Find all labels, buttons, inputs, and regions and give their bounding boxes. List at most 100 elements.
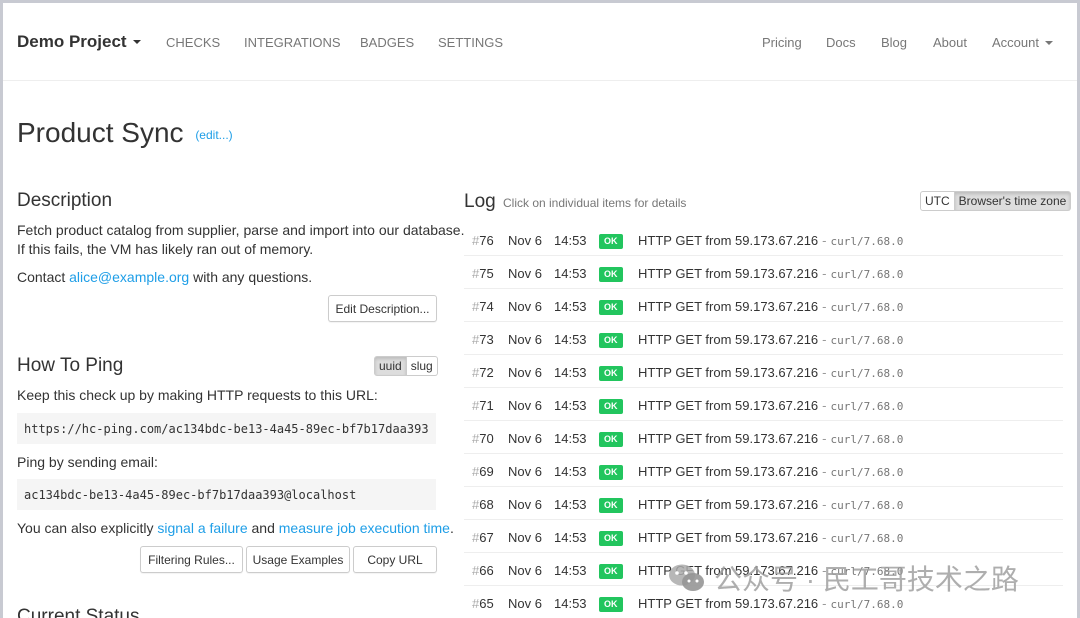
status-badge: OK	[599, 300, 623, 315]
contact-suffix: with any questions.	[189, 269, 313, 285]
signal-failure-link[interactable]: signal a failure	[157, 520, 247, 536]
log-row[interactable]: #72 Nov 6 14:53 OK HTTP GET from 59.173.67.2…	[464, 355, 1063, 388]
contact-line: Contact alice@example.org with any quest…	[17, 268, 312, 287]
nav-settings[interactable]: SETTINGS	[438, 35, 503, 50]
log-row[interactable]: #76 Nov 6 14:53 OK HTTP GET from 59.173.67.2…	[464, 223, 1063, 256]
log-row-number: #67	[472, 530, 494, 545]
user-agent: curl/7.68.0	[830, 499, 904, 512]
log-row-number: #75	[472, 266, 494, 281]
page-title: Product Sync (edit...)	[17, 117, 233, 149]
status-badge: OK	[599, 234, 623, 249]
status-badge: OK	[599, 465, 623, 480]
request-info: HTTP GET from 59.173.67.216	[638, 497, 819, 512]
log-row[interactable]: #69 Nov 6 14:53 OK HTTP GET from 59.173.67.2…	[464, 454, 1063, 487]
tz-utc[interactable]: UTC	[920, 191, 955, 211]
measure-time-link[interactable]: measure job execution time	[279, 520, 450, 536]
log-row-number: #65	[472, 596, 494, 611]
edit-name-link[interactable]: (edit...)	[195, 128, 232, 142]
row-num: 66	[479, 563, 494, 578]
log-subtitle: Click on individual items for details	[502, 196, 687, 210]
account-label: Account	[992, 35, 1039, 50]
request-info: HTTP GET from 59.173.67.216	[638, 596, 819, 611]
nav-badges[interactable]: BADGES	[360, 35, 414, 50]
separator-dash: -	[822, 398, 827, 413]
log-row-number: #69	[472, 464, 494, 479]
brand-label: Demo Project	[17, 32, 127, 51]
project-dropdown[interactable]: Demo Project	[17, 32, 141, 52]
also-line: You can also explicitly signal a failure…	[17, 519, 454, 538]
status-badge: OK	[599, 432, 623, 447]
account-dropdown[interactable]: Account	[992, 35, 1053, 50]
separator-dash: -	[822, 596, 827, 611]
log-row-date: Nov 6	[508, 464, 542, 479]
status-badge: OK	[599, 498, 623, 513]
log-row[interactable]: #70 Nov 6 14:53 OK HTTP GET from 59.173.67.2…	[464, 421, 1063, 454]
separator-dash: -	[822, 497, 827, 512]
toggle-uuid[interactable]: uuid	[374, 356, 407, 376]
timezone-toggle: UTC Browser's time zone	[920, 191, 1072, 211]
row-num: 72	[479, 365, 494, 380]
nav-blog[interactable]: Blog	[881, 35, 907, 50]
log-row[interactable]: #75 Nov 6 14:53 OK HTTP GET from 59.173.67.2…	[464, 256, 1063, 289]
log-row[interactable]: #74 Nov 6 14:53 OK HTTP GET from 59.173.67.2…	[464, 289, 1063, 322]
nav-pricing[interactable]: Pricing	[762, 35, 802, 50]
description-heading: Description	[17, 190, 113, 211]
log-row-time: 14:53	[554, 266, 587, 281]
log-row[interactable]: #67 Nov 6 14:53 OK HTTP GET from 59.173.67.2…	[464, 520, 1063, 553]
request-info: HTTP GET from 59.173.67.216	[638, 233, 819, 248]
ping-email[interactable]: ac134bdc-be13-4a45-89ec-bf7b17daa393@loc…	[17, 479, 436, 510]
log-row-time: 14:53	[554, 563, 587, 578]
nav-about[interactable]: About	[933, 35, 967, 50]
log-row-message: HTTP GET from 59.173.67.216- curl/7.68.0	[638, 464, 903, 479]
nav-docs[interactable]: Docs	[826, 35, 856, 50]
log-row-time: 14:53	[554, 398, 587, 413]
separator-dash: -	[822, 233, 827, 248]
row-num: 73	[479, 332, 494, 347]
log-row[interactable]: #73 Nov 6 14:53 OK HTTP GET from 59.173.67.2…	[464, 322, 1063, 355]
log-heading: Log Click on individual items for detail…	[464, 191, 686, 213]
user-agent: curl/7.68.0	[830, 367, 904, 380]
toggle-slug[interactable]: slug	[406, 356, 438, 376]
log-row-date: Nov 6	[508, 233, 542, 248]
log-row-date: Nov 6	[508, 596, 542, 611]
log-row-date: Nov 6	[508, 365, 542, 380]
copy-url-button[interactable]: Copy URL	[353, 546, 437, 573]
row-num: 65	[479, 596, 494, 611]
edit-description-button[interactable]: Edit Description...	[328, 295, 437, 322]
status-badge: OK	[599, 267, 623, 282]
row-num: 69	[479, 464, 494, 479]
status-badge: OK	[599, 399, 623, 414]
check-name: Product Sync	[17, 117, 184, 148]
status-badge: OK	[599, 333, 623, 348]
log-row-message: HTTP GET from 59.173.67.216- curl/7.68.0	[638, 299, 903, 314]
nav-checks[interactable]: CHECKS	[166, 35, 220, 50]
log-row[interactable]: #68 Nov 6 14:53 OK HTTP GET from 59.173.67.2…	[464, 487, 1063, 520]
user-agent: curl/7.68.0	[830, 268, 904, 281]
log-row-date: Nov 6	[508, 332, 542, 347]
usage-examples-button[interactable]: Usage Examples	[246, 546, 350, 573]
separator-dash: -	[822, 365, 827, 380]
log-row[interactable]: #71 Nov 6 14:53 OK HTTP GET from 59.173.67.2…	[464, 388, 1063, 421]
caret-down-icon	[132, 39, 141, 44]
nav-integrations[interactable]: INTEGRATIONS	[244, 35, 341, 50]
log-row-time: 14:53	[554, 530, 587, 545]
log-row-number: #72	[472, 365, 494, 380]
ping-url[interactable]: https://hc-ping.com/ac134bdc-be13-4a45-8…	[17, 413, 436, 444]
caret-down-icon	[1044, 40, 1053, 45]
log-row-date: Nov 6	[508, 530, 542, 545]
request-info: HTTP GET from 59.173.67.216	[638, 299, 819, 314]
tz-browser[interactable]: Browser's time zone	[954, 191, 1072, 211]
log-row-message: HTTP GET from 59.173.67.216- curl/7.68.0	[638, 365, 903, 380]
contact-email-link[interactable]: alice@example.org	[69, 269, 189, 285]
separator-dash: -	[822, 431, 827, 446]
log-row-time: 14:53	[554, 497, 587, 512]
user-agent: curl/7.68.0	[830, 598, 904, 611]
log-row-date: Nov 6	[508, 563, 542, 578]
separator-dash: -	[822, 530, 827, 545]
separator-dash: -	[822, 266, 827, 281]
filtering-rules-button[interactable]: Filtering Rules...	[140, 546, 243, 573]
log-row-date: Nov 6	[508, 431, 542, 446]
row-num: 74	[479, 299, 494, 314]
log-row-time: 14:53	[554, 233, 587, 248]
log-row-date: Nov 6	[508, 497, 542, 512]
